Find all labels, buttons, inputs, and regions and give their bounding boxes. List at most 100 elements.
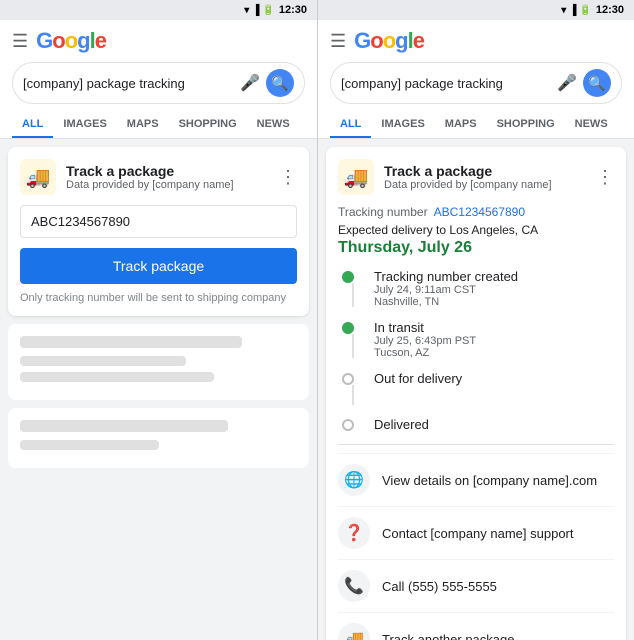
battery-icon: 🔋 [262,5,274,16]
action-contact-label: Contact [company name] support [382,526,574,541]
timeline-status-2: In transit [374,320,476,335]
right-search-button[interactable]: 🔍 [583,69,611,97]
action-view-details[interactable]: 🌐 View details on [company name].com [338,453,614,506]
right-header: ☰ Google [company] package tracking 🎤 🔍 … [318,20,634,139]
right-more-icon[interactable]: ⋮ [596,167,614,188]
left-search-icon: 🔍 [271,75,288,92]
right-menu-icon[interactable]: ☰ [330,31,346,52]
right-status-bar: ▾ ▐ 🔋 12:30 [318,0,634,20]
right-signal-icon: ▐ [569,5,576,16]
right-header-top: ☰ Google [330,28,622,54]
right-mic-icon[interactable]: 🎤 [557,73,577,93]
globe-icon: 🌐 [338,464,370,496]
right-nav-tabs: ALL IMAGES MAPS SHOPPING NEWS [330,112,622,138]
skeleton-line-5 [20,440,159,450]
skeleton-line-3 [20,372,214,382]
action-call[interactable]: 📞 Call (555) 555-5555 [338,559,614,612]
left-tab-images[interactable]: IMAGES [53,112,116,138]
right-battery-icon: 🔋 [579,5,591,16]
left-card-header: 🚚 Track a package Data provided by [comp… [20,159,297,195]
left-search-bar[interactable]: [company] package tracking 🎤 🔍 [12,62,305,104]
left-mic-icon[interactable]: 🎤 [240,73,260,93]
timeline-detail2-2: Tucson, AZ [374,347,476,359]
right-time: 12:30 [596,4,624,16]
left-tracking-card: 🚚 Track a package Data provided by [comp… [8,147,309,316]
left-search-button[interactable]: 🔍 [266,69,294,97]
delivery-label: Expected delivery to Los Angeles, CA [338,223,614,237]
tracking-timeline: Tracking number created July 24, 9:11am … [338,269,614,432]
wifi-icon: ▾ [244,5,249,16]
action-call-label: Call (555) 555-5555 [382,579,497,594]
skeleton-line-4 [20,420,228,432]
action-track-another-label: Track another package [382,632,514,640]
left-header: ☰ Google [company] package tracking 🎤 🔍 … [0,20,317,139]
timeline-line-2 [352,334,354,358]
signal-icon: ▐ [252,5,259,16]
left-package-icon: 🚚 [20,159,56,195]
left-card-title-block: Track a package Data provided by [compan… [66,163,279,191]
right-wifi-icon: ▾ [561,5,566,16]
truck-icon: 🚚 [338,623,370,640]
skeleton-line-1 [20,336,242,348]
timeline-item-1: Tracking number created July 24, 9:11am … [342,269,614,308]
left-skeleton-card-1 [8,324,309,400]
timeline-status-4: Delivered [374,417,429,432]
right-package-icon: 🚚 [338,159,374,195]
right-card-subtitle: Data provided by [company name] [384,179,596,191]
left-more-icon[interactable]: ⋮ [279,167,297,188]
left-tab-maps[interactable]: MAPS [117,112,169,138]
right-tracking-card: 🚚 Track a package Data provided by [comp… [326,147,626,640]
left-track-button[interactable]: Track package [20,248,297,284]
timeline-content-3: Out for delivery [374,371,462,386]
left-content: 🚚 Track a package Data provided by [comp… [0,139,317,640]
left-tracking-input[interactable] [20,205,297,238]
right-tab-maps[interactable]: MAPS [435,112,487,138]
timeline-dot-3 [342,373,354,385]
right-card-title-block: Track a package Data provided by [compan… [384,163,596,191]
left-tab-all[interactable]: ALL [12,112,53,138]
right-search-bar[interactable]: [company] package tracking 🎤 🔍 [330,62,622,104]
timeline-item-2: In transit July 25, 6:43pm PST Tucson, A… [342,320,614,359]
left-panel: ▾ ▐ 🔋 12:30 ☰ Google [company] package t… [0,0,317,640]
right-tab-news[interactable]: NEWS [565,112,618,138]
action-contact[interactable]: ❓ Contact [company name] support [338,506,614,559]
timeline-status-3: Out for delivery [374,371,462,386]
left-search-text: [company] package tracking [23,76,234,91]
action-track-another[interactable]: 🚚 Track another package [338,612,614,640]
delivery-date: Thursday, July 26 [338,239,614,257]
timeline-item-3: Out for delivery [342,371,614,405]
left-status-bar: ▾ ▐ 🔋 12:30 [0,0,317,20]
right-search-icon: 🔍 [588,75,605,92]
timeline-dot-2 [342,322,354,334]
left-nav-tabs: ALL IMAGES MAPS SHOPPING NEWS [12,112,305,138]
left-tab-news[interactable]: NEWS [247,112,300,138]
timeline-content-2: In transit July 25, 6:43pm PST Tucson, A… [374,320,476,359]
skeleton-line-2 [20,356,186,366]
right-content: 🚚 Track a package Data provided by [comp… [318,139,634,640]
right-tab-all[interactable]: ALL [330,112,371,138]
right-tab-images[interactable]: IMAGES [371,112,434,138]
left-card-title: Track a package [66,163,279,179]
action-view-label: View details on [company name].com [382,473,597,488]
timeline-dot-1 [342,271,354,283]
right-card-header: 🚚 Track a package Data provided by [comp… [338,159,614,195]
card-divider [338,444,614,445]
left-tab-shopping[interactable]: SHOPPING [169,112,247,138]
timeline-dot-4 [342,419,354,431]
timeline-content-1: Tracking number created July 24, 9:11am … [374,269,518,308]
left-google-logo: Google [36,28,106,54]
timeline-detail1-1: July 24, 9:11am CST [374,284,518,296]
right-panel: ▾ ▐ 🔋 12:30 ☰ Google [company] package t… [317,0,634,640]
right-google-logo: Google [354,28,424,54]
timeline-status-1: Tracking number created [374,269,518,284]
timeline-content-4: Delivered [374,417,429,432]
right-tab-shopping[interactable]: SHOPPING [487,112,565,138]
left-header-top: ☰ Google [12,28,305,54]
left-menu-icon[interactable]: ☰ [12,31,28,52]
right-search-text: [company] package tracking [341,76,551,91]
phone-icon: 📞 [338,570,370,602]
tracking-number-link[interactable]: ABC1234567890 [434,205,525,219]
tracking-number-row: Tracking number ABC1234567890 [338,205,614,219]
left-skeleton-card-2 [8,408,309,468]
timeline-item-4: Delivered [342,417,614,432]
